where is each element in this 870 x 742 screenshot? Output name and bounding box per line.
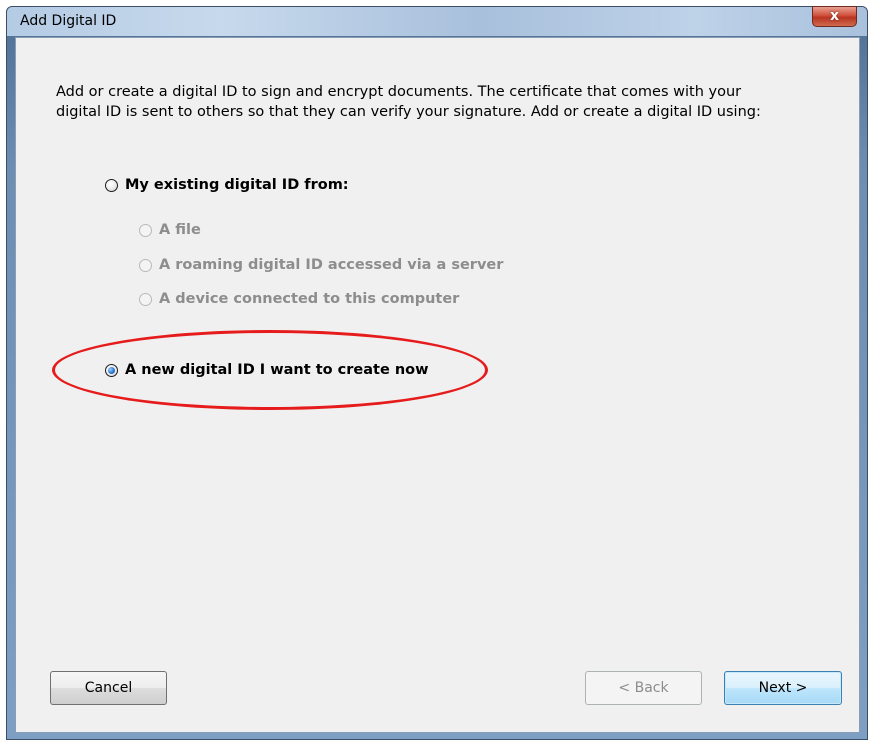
title-bar[interactable]: Add Digital ID x	[7, 6, 867, 36]
red-highlight-ellipse	[52, 330, 488, 410]
option-device-label: A device connected to this computer	[159, 291, 460, 307]
radio-file-icon	[139, 223, 152, 237]
intro-text: Add or create a digital ID to sign and e…	[56, 82, 846, 122]
cancel-button[interactable]: Cancel	[50, 671, 167, 705]
option-device: A device connected to this computer	[139, 291, 459, 307]
dialog-title: Add Digital ID	[20, 13, 117, 29]
close-icon: x	[829, 8, 840, 24]
close-button[interactable]: x	[812, 6, 857, 27]
intro-line-1: Add or create a digital ID to sign and e…	[56, 84, 742, 100]
option-roaming-id: A roaming digital ID accessed via a serv…	[139, 257, 503, 273]
option-file-label: A file	[159, 222, 201, 238]
intro-line-2: digital ID is sent to others so that the…	[56, 104, 761, 120]
option-roaming-label: A roaming digital ID accessed via a serv…	[159, 257, 504, 273]
next-button[interactable]: Next >	[724, 671, 842, 705]
option-existing-digital-id[interactable]: My existing digital ID from:	[105, 177, 349, 193]
option-file: A file	[139, 222, 201, 238]
radio-device-icon	[139, 292, 152, 306]
back-button[interactable]: < Back	[585, 671, 702, 705]
radio-existing-icon[interactable]	[105, 178, 118, 192]
option-existing-label: My existing digital ID from:	[125, 177, 349, 193]
radio-roaming-icon	[139, 258, 152, 272]
